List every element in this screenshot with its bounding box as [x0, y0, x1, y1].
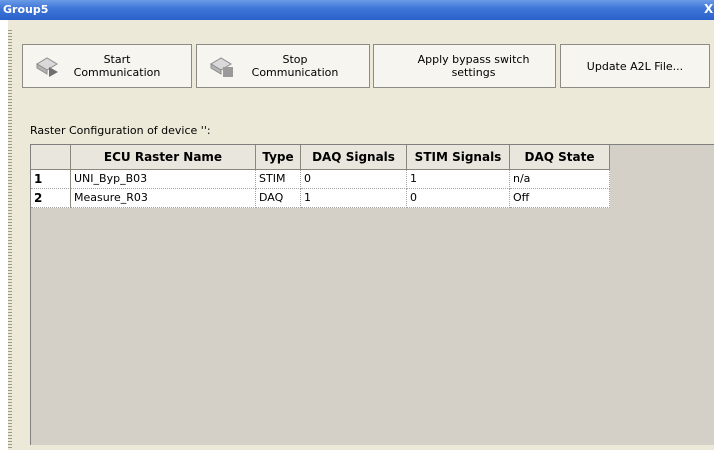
cell-daq-state[interactable]: Off — [510, 189, 610, 208]
apply-bypass-button[interactable]: Apply bypass switch settings — [373, 44, 556, 88]
column-header-type[interactable]: Type — [256, 145, 301, 170]
corner-header[interactable] — [31, 145, 71, 170]
bypass-label-line1: Apply bypass switch — [417, 53, 530, 66]
column-header-daq-state[interactable]: DAQ State — [510, 145, 610, 170]
start-label-line1: Start — [103, 53, 131, 66]
column-header-daq-signals[interactable]: DAQ Signals — [301, 145, 407, 170]
title-bar[interactable]: Group5 X — [0, 0, 714, 20]
update-a2l-button[interactable]: Update A2L File... — [560, 44, 710, 88]
cell-daq-state[interactable]: n/a — [510, 170, 610, 189]
cell-type[interactable]: STIM — [256, 170, 301, 189]
cell-daq-signals[interactable]: 0 — [301, 170, 407, 189]
stop-communication-button[interactable]: Stop Communication — [196, 44, 370, 88]
row-header[interactable]: 2 — [31, 189, 71, 208]
cell-raster-name[interactable]: UNI_Byp_B03 — [71, 170, 256, 189]
cell-daq-signals[interactable]: 1 — [301, 189, 407, 208]
stop-label-line1: Stop — [282, 53, 308, 66]
start-label-line2: Communication — [73, 66, 161, 79]
start-communication-button[interactable]: Start Communication — [22, 44, 192, 88]
cell-raster-name[interactable]: Measure_R03 — [71, 189, 256, 208]
bypass-label-line2: settings — [451, 66, 496, 79]
cell-stim-signals[interactable]: 0 — [407, 189, 510, 208]
close-icon[interactable]: X — [704, 2, 714, 17]
toolbar-gripper[interactable] — [8, 30, 12, 450]
stop-label-line2: Communication — [251, 66, 339, 79]
window-title: Group5 — [3, 3, 49, 16]
column-header-stim-signals[interactable]: STIM Signals — [407, 145, 510, 170]
raster-caption: Raster Configuration of device '': — [30, 124, 211, 137]
cell-stim-signals[interactable]: 1 — [407, 170, 510, 189]
cell-type[interactable]: DAQ — [256, 189, 301, 208]
column-header-name[interactable]: ECU Raster Name — [71, 145, 256, 170]
raster-grid[interactable]: ECU Raster Name Type DAQ Signals STIM Si… — [30, 144, 714, 445]
row-header[interactable]: 1 — [31, 170, 71, 189]
update-a2l-label: Update A2L File... — [586, 60, 684, 73]
